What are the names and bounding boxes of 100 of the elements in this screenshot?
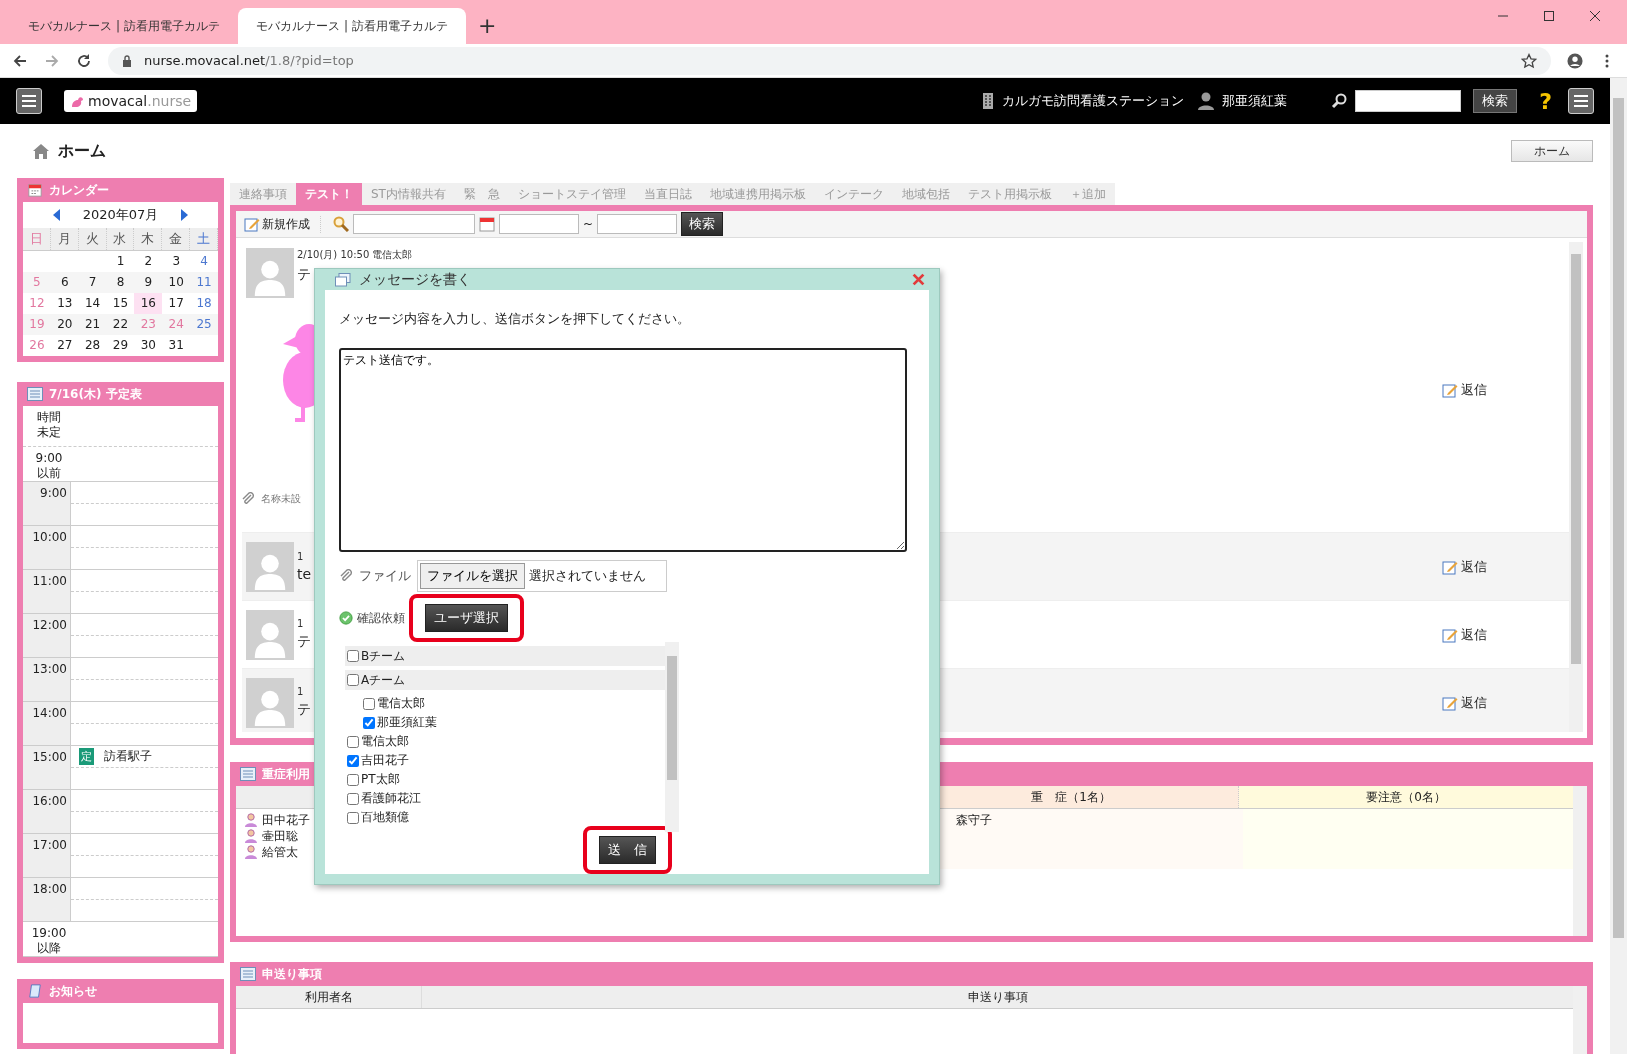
calendar-day[interactable]: 4 xyxy=(190,251,218,272)
page-title: ホーム xyxy=(58,140,106,162)
search-field[interactable] xyxy=(1355,90,1462,112)
date-from-field[interactable] xyxy=(499,214,579,234)
calendar-day[interactable]: 14 xyxy=(78,293,107,314)
weekday-label: 水 xyxy=(106,228,135,250)
calendar-day[interactable]: 7 xyxy=(78,272,107,293)
scrollbar[interactable] xyxy=(1610,78,1627,1054)
browser-tab[interactable]: モバカルナース | 訪看用電子カルテ xyxy=(238,8,466,44)
date-to-field[interactable] xyxy=(597,214,678,234)
reply-link[interactable]: 返信 xyxy=(1442,693,1487,712)
url-path: /1.8/?pid=top xyxy=(265,53,354,68)
calendar-day[interactable]: 20 xyxy=(50,314,79,335)
message-field[interactable]: テスト送信です。 xyxy=(339,348,907,552)
menu-button[interactable] xyxy=(16,88,42,114)
reload-icon[interactable] xyxy=(76,52,92,69)
calendar-day[interactable]: 25 xyxy=(190,314,218,335)
calendar-day[interactable]: 13 xyxy=(50,293,79,314)
new-post-button[interactable]: 新規作成 xyxy=(244,215,321,233)
patient-name[interactable]: 給管太 xyxy=(262,844,298,860)
edit-icon xyxy=(1442,382,1458,398)
checkbox[interactable] xyxy=(347,650,359,662)
user-name: 那亜須紅葉 xyxy=(1222,92,1288,110)
time-label: 18:00 xyxy=(23,878,71,921)
list-icon xyxy=(240,967,256,981)
time-label: 11:00 xyxy=(23,570,71,613)
scrollbar[interactable] xyxy=(1573,986,1587,1054)
checkbox[interactable] xyxy=(347,773,359,786)
calendar-day[interactable]: 28 xyxy=(78,335,107,356)
menu-button[interactable] xyxy=(1568,88,1594,114)
checkbox[interactable] xyxy=(347,735,359,748)
calendar-day[interactable]: 11 xyxy=(190,272,218,293)
message-meta: 2/10(月) 10:50 電信太郎 xyxy=(297,248,413,262)
reply-link[interactable]: 返信 xyxy=(1442,625,1487,644)
new-tab-button[interactable]: + xyxy=(478,13,497,38)
calendar-day[interactable]: 18 xyxy=(190,293,218,314)
close-icon[interactable] xyxy=(1589,10,1601,22)
account-icon[interactable] xyxy=(1567,52,1583,69)
checkbox[interactable] xyxy=(347,674,359,686)
calendar-day[interactable]: 21 xyxy=(78,314,107,335)
checkbox[interactable] xyxy=(363,697,375,710)
checkbox[interactable] xyxy=(347,811,359,824)
calendar-day[interactable]: 6 xyxy=(50,272,79,293)
forward-icon[interactable] xyxy=(44,52,60,69)
calendar-day[interactable]: 10 xyxy=(162,272,191,293)
patient-name[interactable]: 壷田聡 xyxy=(262,828,298,844)
panel-title: カレンダー xyxy=(49,181,109,199)
calendar-day[interactable]: 8 xyxy=(106,272,135,293)
edit-icon xyxy=(244,216,260,232)
reply-link[interactable]: 返信 xyxy=(1442,381,1487,399)
star-icon[interactable] xyxy=(1521,52,1537,69)
edit-icon xyxy=(1442,626,1458,643)
scrollbar[interactable] xyxy=(665,642,679,832)
calendar-day[interactable]: 15 xyxy=(106,293,135,314)
calendar-day[interactable]: 17 xyxy=(162,293,191,314)
calendar-day[interactable]: 27 xyxy=(50,335,79,356)
person-icon xyxy=(244,829,258,843)
calendar-day[interactable]: 2 xyxy=(134,251,163,272)
dialog-title: メッセージを書く xyxy=(359,270,471,289)
help-button[interactable]: ? xyxy=(1539,88,1552,114)
calendar-day[interactable]: 29 xyxy=(106,335,135,356)
calendar-icon xyxy=(27,183,43,197)
calendar-icon[interactable] xyxy=(479,216,495,232)
menu-icon xyxy=(1573,94,1589,108)
attachment-link[interactable]: 名称未設 xyxy=(261,492,301,506)
reply-link[interactable]: 返信 xyxy=(1442,557,1487,576)
browser-tab[interactable]: モバカルナース | 訪看用電子カルテ xyxy=(10,8,238,44)
calendar-day[interactable]: 30 xyxy=(134,335,163,356)
send-button[interactable]: 送 信 xyxy=(598,836,656,864)
checkbox[interactable] xyxy=(363,716,375,729)
calendar-day[interactable]: 22 xyxy=(106,314,135,335)
search-button[interactable]: 検索 xyxy=(681,212,724,236)
recipient-label: 吉田花子 xyxy=(361,752,409,769)
checkbox[interactable] xyxy=(347,792,359,805)
event-badge: 定 xyxy=(79,748,94,765)
logo[interactable]: movacal.nurse xyxy=(64,90,198,112)
time-label: 時間未定 xyxy=(36,409,62,441)
instruction-text: メッセージ内容を入力し、送信ボタンを押下してください。 xyxy=(339,310,691,328)
search-button[interactable]: 検索 xyxy=(1473,89,1518,113)
event-name[interactable]: 訪看駅子 xyxy=(104,748,152,765)
address-field[interactable]: nurse.movacal.net/1.8/?pid=top xyxy=(108,46,1551,75)
scrollbar[interactable] xyxy=(1573,786,1587,936)
scrollbar[interactable] xyxy=(1569,242,1583,732)
calendar-day[interactable]: 31 xyxy=(162,335,191,356)
previous-month-icon[interactable] xyxy=(52,209,61,221)
maximize-icon[interactable] xyxy=(1543,10,1555,22)
calendar-day[interactable]: 16 xyxy=(134,293,163,314)
calendar-day[interactable]: 3 xyxy=(162,251,191,272)
patient-name[interactable]: 田中花子 xyxy=(262,812,310,828)
next-month-icon[interactable] xyxy=(180,209,189,221)
file-field[interactable]: ファイルを選択 選択されていません xyxy=(417,560,667,592)
patient-name[interactable]: 森守子 xyxy=(956,813,993,827)
calendar-day[interactable]: 9 xyxy=(134,272,163,293)
checkbox[interactable] xyxy=(347,754,359,767)
home-button[interactable]: ホーム xyxy=(1511,140,1593,162)
user-select-button[interactable]: ユーザ選択 xyxy=(425,604,508,632)
back-icon[interactable] xyxy=(12,52,28,69)
choose-file-button[interactable]: ファイルを選択 xyxy=(420,563,525,589)
calendar-day[interactable]: 1 xyxy=(106,251,135,272)
keyword-field[interactable] xyxy=(353,214,475,234)
